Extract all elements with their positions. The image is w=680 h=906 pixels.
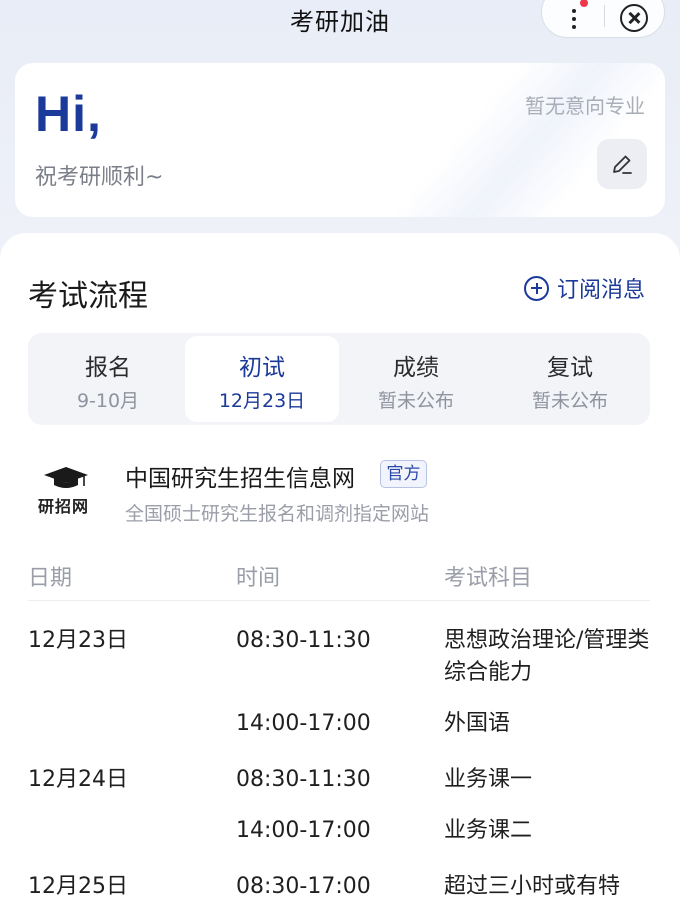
top-bar: 考研加油 [0,0,680,40]
subscribe-label: 订阅消息 [557,278,646,303]
row-2-time: 14:00-17:00 [236,711,371,736]
graduation-cap-icon [44,467,88,488]
row-3-time: 08:30-11:30 [236,767,371,792]
exam-process-card: 考试流程 订阅消息 报名 9-10月 初试 12月23日 成绩 暂未公布 复试 … [0,233,680,906]
row-1-subject: 思想政治理论/管理类综合能力 [444,628,650,685]
row-2-subject: 外国语 [444,711,511,736]
mini-program-capsule [541,0,665,38]
header-date: 日期 [28,566,73,591]
greeting-hi: Hi, [35,86,102,142]
row-1-date: 12月23日 [28,628,128,653]
close-button[interactable] [620,4,648,32]
row-3-date: 12月24日 [28,767,128,792]
header-time: 时间 [236,566,281,591]
row-1-time: 08:30-11:30 [236,628,371,653]
edit-major-button[interactable] [597,139,647,189]
pencil-icon [613,155,632,174]
subscribe-button[interactable]: 订阅消息 [524,273,645,303]
header-subject: 考试科目 [444,566,533,591]
greeting-card: Hi, 祝考研顺利~ 暂无意向专业 [15,63,665,217]
plus-circle-icon [524,275,549,301]
more-dots-icon [572,9,576,13]
notification-dot-icon [580,0,588,7]
intended-major-label[interactable]: 暂无意向专业 [525,90,645,119]
header-divider [28,600,650,601]
official-badge: 官方 [380,460,427,488]
source-description: 全国硕士研究生报名和调剂指定网站 [125,503,430,525]
more-menu-button[interactable] [560,0,588,33]
tab-results[interactable]: 成绩 暂未公布 [339,336,493,422]
section-title: 考试流程 [28,279,148,314]
row-5-subject: 超过三小时或有特 [444,874,621,899]
tab-preliminary-exam[interactable]: 初试 12月23日 [185,336,339,422]
logo-text: 研招网 [38,497,90,516]
row-5-time: 08:30-17:00 [236,874,371,899]
row-4-subject: 业务课二 [444,818,533,843]
tab-reexam[interactable]: 复试 暂未公布 [493,336,647,422]
row-4-time: 14:00-17:00 [236,818,371,843]
process-tabs: 报名 9-10月 初试 12月23日 成绩 暂未公布 复试 暂未公布 [28,333,650,425]
row-3-subject: 业务课一 [444,767,533,792]
greeting-wish: 祝考研顺利~ [35,165,164,190]
tab-registration[interactable]: 报名 9-10月 [31,336,185,422]
source-name[interactable]: 中国研究生招生信息网 [125,459,355,493]
capsule-divider [604,5,605,27]
yanzhao-logo[interactable]: 研招网 [38,465,94,519]
row-5-date: 12月25日 [28,874,128,899]
